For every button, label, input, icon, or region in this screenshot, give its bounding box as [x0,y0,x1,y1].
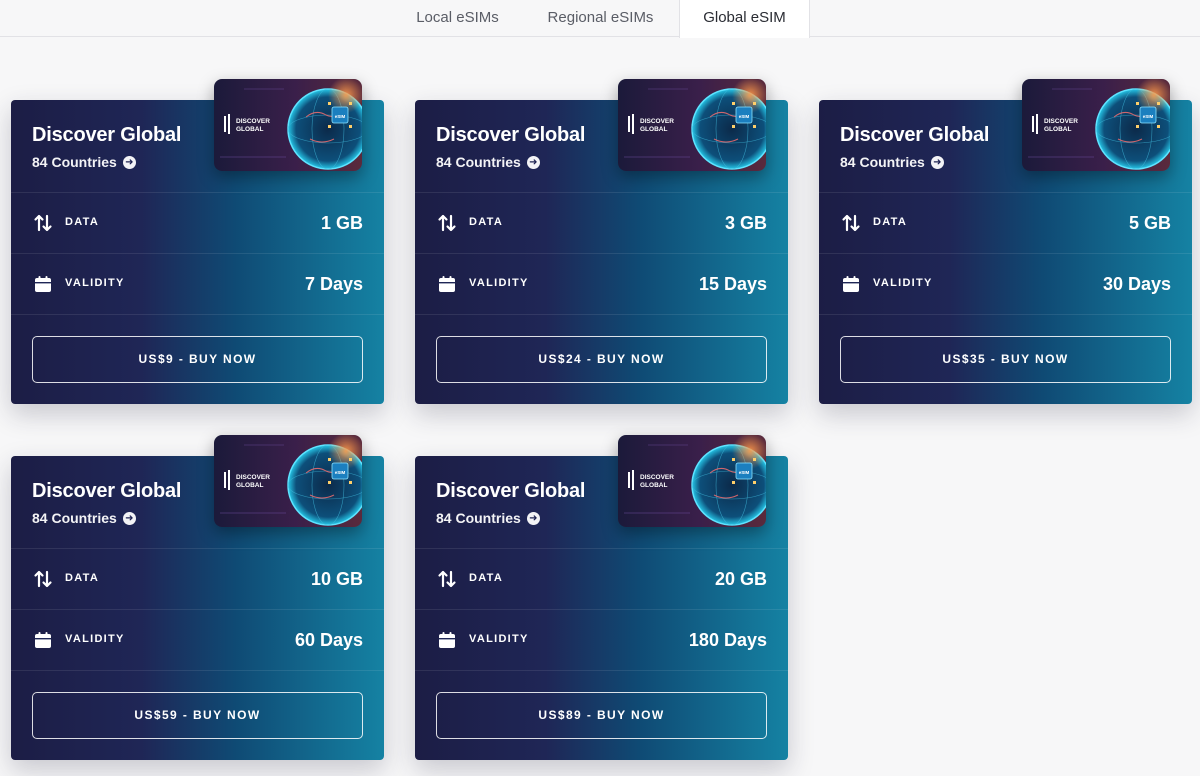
svg-text:eSIM: eSIM [739,470,750,475]
countries-link[interactable]: 84 Countries ➜ [840,154,944,170]
arrow-right-circle-icon: ➜ [122,511,136,525]
countries-count: 84 Countries [436,510,521,526]
countries-link[interactable]: 84 Countries ➜ [32,510,136,526]
row-divider [11,670,384,671]
validity-label: VALIDITY [65,277,125,289]
up-down-arrows-icon [437,213,457,233]
validity-row: VALIDITY 7 Days [11,253,384,314]
countries-count: 84 Countries [840,154,925,170]
plan-card: eSIM DISCOVER GLOBAL Discover Global 84 … [11,435,384,760]
svg-text:DISCOVER: DISCOVER [1044,118,1078,125]
validity-value: 60 Days [294,630,363,650]
svg-text:DISCOVER: DISCOVER [236,118,270,125]
tab-local-esims[interactable]: Local eSIMs [394,0,521,37]
plan-title: Discover Global [436,124,586,146]
data-value: 20 GB [714,569,767,589]
validity-value: 30 Days [1102,274,1171,294]
calendar-icon [841,274,861,294]
up-down-arrows-icon [33,213,53,233]
calendar-icon [437,274,457,294]
svg-text:DISCOVER: DISCOVER [640,474,674,481]
svg-text:GLOBAL: GLOBAL [640,482,667,489]
svg-text:DISCOVER: DISCOVER [236,474,270,481]
validity-label: VALIDITY [65,633,125,645]
tab-global-esim[interactable]: Global eSIM [679,0,810,38]
row-divider [11,314,384,315]
calendar-icon [437,630,457,650]
sim-card-image: eSIM DISCOVER GLOBAL [1022,79,1170,171]
plan-title: Discover Global [840,124,990,146]
sim-card-image: eSIM DISCOVER GLOBAL [618,435,766,527]
up-down-arrows-icon [437,569,457,589]
countries-count: 84 Countries [32,510,117,526]
sim-card-image: eSIM DISCOVER GLOBAL [214,435,362,527]
row-divider [415,670,788,671]
plan-card: eSIM DISCOVER GLOBAL Discover Global 84 … [415,435,788,760]
countries-count: 84 Countries [436,154,521,170]
validity-value: 15 Days [698,274,767,294]
sim-card-image: eSIM DISCOVER GLOBAL [618,79,766,171]
arrow-right-circle-icon: ➜ [526,511,540,525]
plan-title: Discover Global [32,480,182,502]
arrow-right-circle-icon: ➜ [930,155,944,169]
tab-regional-esims[interactable]: Regional eSIMs [523,0,678,37]
data-row: DATA 20 GB [415,548,788,609]
data-value: 1 GB [320,213,363,233]
validity-row: VALIDITY 60 Days [11,609,384,670]
arrow-right-circle-icon: ➜ [122,155,136,169]
svg-text:eSIM: eSIM [1143,114,1154,119]
up-down-arrows-icon [33,569,53,589]
buy-now-button[interactable]: US$59 - BUY NOW [32,692,363,739]
calendar-icon [33,274,53,294]
plan-card: eSIM DISCOVER GLOBAL Discover Global 84 … [415,79,788,404]
calendar-icon [33,630,53,650]
countries-link[interactable]: 84 Countries ➜ [32,154,136,170]
arrow-right-circle-icon: ➜ [526,155,540,169]
sim-card-image: eSIM DISCOVER GLOBAL [214,79,362,171]
validity-value: 180 Days [688,630,767,650]
data-row: DATA 1 GB [11,192,384,253]
svg-text:GLOBAL: GLOBAL [1044,126,1071,133]
data-value: 10 GB [310,569,363,589]
data-value: 5 GB [1128,213,1171,233]
svg-text:GLOBAL: GLOBAL [236,482,263,489]
validity-label: VALIDITY [469,633,529,645]
plan-card: eSIM DISCOVER GLOBAL Discover Global 84 … [11,79,384,404]
plan-card: eSIM DISCOVER GLOBAL Discover Global 84 … [819,79,1192,404]
svg-text:DISCOVER: DISCOVER [640,118,674,125]
up-down-arrows-icon [841,213,861,233]
buy-now-button[interactable]: US$24 - BUY NOW [436,336,767,383]
buy-now-button[interactable]: US$9 - BUY NOW [32,336,363,383]
validity-row: VALIDITY 180 Days [415,609,788,670]
buy-now-button[interactable]: US$89 - BUY NOW [436,692,767,739]
plan-title: Discover Global [32,124,182,146]
svg-text:GLOBAL: GLOBAL [640,126,667,133]
data-label: DATA [469,572,504,584]
svg-text:eSIM: eSIM [335,114,346,119]
svg-text:eSIM: eSIM [739,114,750,119]
countries-link[interactable]: 84 Countries ➜ [436,510,540,526]
svg-text:eSIM: eSIM [335,470,346,475]
data-label: DATA [469,216,504,228]
svg-text:GLOBAL: GLOBAL [236,126,263,133]
data-row: DATA 10 GB [11,548,384,609]
countries-count: 84 Countries [32,154,117,170]
data-row: DATA 3 GB [415,192,788,253]
countries-link[interactable]: 84 Countries ➜ [436,154,540,170]
validity-row: VALIDITY 30 Days [819,253,1192,314]
validity-label: VALIDITY [873,277,933,289]
row-divider [819,314,1192,315]
validity-value: 7 Days [304,274,363,294]
validity-label: VALIDITY [469,277,529,289]
validity-row: VALIDITY 15 Days [415,253,788,314]
tabs-bar: Local eSIMs Regional eSIMs Global eSIM [0,0,1200,38]
data-label: DATA [873,216,908,228]
data-row: DATA 5 GB [819,192,1192,253]
data-label: DATA [65,216,100,228]
row-divider [415,314,788,315]
data-value: 3 GB [724,213,767,233]
plan-title: Discover Global [436,480,586,502]
buy-now-button[interactable]: US$35 - BUY NOW [840,336,1171,383]
data-label: DATA [65,572,100,584]
